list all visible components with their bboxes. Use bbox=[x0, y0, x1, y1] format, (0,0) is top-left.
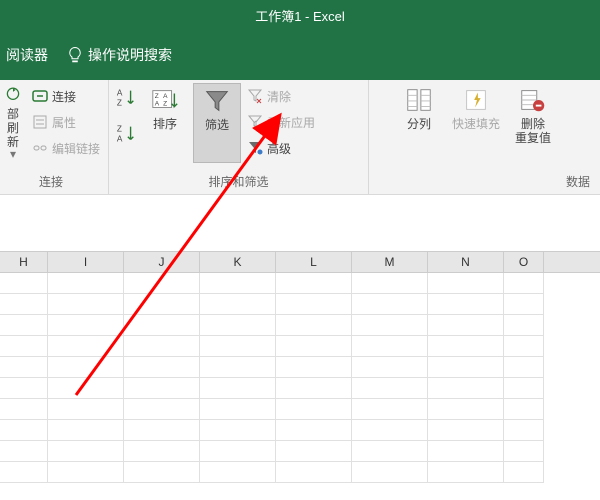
columns-icon bbox=[404, 85, 434, 115]
group-sort-filter: AZ ZA Z A A Z bbox=[109, 80, 369, 194]
group-connections-label: 连接 bbox=[0, 170, 102, 194]
properties-icon bbox=[32, 114, 48, 130]
sort-button[interactable]: Z A A Z 排序 bbox=[141, 83, 189, 163]
table-row[interactable] bbox=[0, 357, 600, 378]
group-data-tools-label: 数据 bbox=[375, 170, 594, 194]
column-H[interactable]: H bbox=[0, 252, 48, 272]
formula-bar[interactable] bbox=[0, 195, 600, 219]
group-sort-filter-label: 排序和筛选 bbox=[115, 170, 362, 194]
svg-text:Z: Z bbox=[117, 124, 122, 133]
table-row[interactable] bbox=[0, 462, 600, 483]
group-data-tools: 分列 快速填充 删除重复值 数据 bbox=[369, 80, 600, 194]
svg-text:Z: Z bbox=[155, 93, 159, 100]
remove-dup-icon bbox=[518, 85, 548, 115]
column-J[interactable]: J bbox=[124, 252, 200, 272]
column-L[interactable]: L bbox=[276, 252, 352, 272]
connections-button[interactable]: 连接 bbox=[30, 85, 102, 107]
table-row[interactable] bbox=[0, 420, 600, 441]
window-title: 工作簿1 - Excel bbox=[255, 6, 345, 25]
table-row[interactable] bbox=[0, 441, 600, 462]
tab-reader[interactable]: 阅读器 bbox=[6, 45, 48, 65]
group-connections: 部刷新 ▾ 连接 属性 编辑链接 连接 bbox=[0, 80, 109, 194]
svg-text:Z: Z bbox=[163, 101, 167, 108]
advanced-filter-button[interactable]: 高级 bbox=[245, 137, 317, 159]
spreadsheet-grid[interactable]: H I J K L M N O bbox=[0, 251, 600, 483]
svg-text:A: A bbox=[117, 88, 123, 97]
funnel-icon bbox=[202, 86, 232, 116]
column-K[interactable]: K bbox=[200, 252, 276, 272]
table-row[interactable] bbox=[0, 336, 600, 357]
column-N[interactable]: N bbox=[428, 252, 504, 272]
edit-links-button: 编辑链接 bbox=[30, 137, 102, 159]
svg-text:A: A bbox=[155, 101, 160, 108]
table-row[interactable] bbox=[0, 315, 600, 336]
column-I[interactable]: I bbox=[48, 252, 124, 272]
filter-button[interactable]: 筛选 bbox=[193, 83, 241, 163]
table-row[interactable] bbox=[0, 294, 600, 315]
table-row[interactable] bbox=[0, 399, 600, 420]
text-to-columns-button[interactable]: 分列 bbox=[395, 83, 443, 163]
flash-fill-icon bbox=[461, 85, 491, 115]
remove-duplicates-button[interactable]: 删除重复值 bbox=[509, 83, 557, 163]
refresh-all-button[interactable]: 部刷新 ▾ bbox=[0, 83, 26, 163]
ribbon: 部刷新 ▾ 连接 属性 编辑链接 连接 bbox=[0, 80, 600, 195]
sort-asc-button[interactable]: AZ bbox=[115, 87, 137, 109]
column-O[interactable]: O bbox=[504, 252, 544, 272]
reapply-button: 重新应用 bbox=[245, 111, 317, 133]
advanced-icon bbox=[247, 140, 263, 156]
flash-fill-button: 快速填充 bbox=[447, 83, 505, 163]
clear-icon bbox=[247, 88, 263, 104]
lightbulb-icon bbox=[66, 46, 84, 64]
sort-desc-icon: ZA bbox=[115, 123, 137, 145]
sort-asc-icon: AZ bbox=[115, 87, 137, 109]
title-bar: 工作簿1 - Excel bbox=[0, 0, 600, 30]
column-M[interactable]: M bbox=[352, 252, 428, 272]
link-icon bbox=[32, 88, 48, 104]
clear-filter-button: 清除 bbox=[245, 85, 317, 107]
sort-icon: Z A A Z bbox=[150, 85, 180, 115]
svg-text:A: A bbox=[163, 93, 168, 100]
table-row[interactable] bbox=[0, 273, 600, 294]
tell-me-search[interactable]: 操作说明搜索 bbox=[66, 45, 172, 65]
edit-link-icon bbox=[32, 140, 48, 156]
ribbon-tab-strip: 阅读器 操作说明搜索 bbox=[0, 30, 600, 80]
properties-button: 属性 bbox=[30, 111, 102, 133]
table-row[interactable] bbox=[0, 378, 600, 399]
svg-text:Z: Z bbox=[117, 98, 122, 107]
dropdown-icon: ▾ bbox=[10, 147, 16, 161]
svg-text:A: A bbox=[117, 134, 123, 143]
column-headers: H I J K L M N O bbox=[0, 251, 600, 273]
reapply-icon bbox=[247, 114, 263, 130]
sort-desc-button[interactable]: ZA bbox=[115, 123, 137, 145]
refresh-icon bbox=[0, 85, 28, 105]
